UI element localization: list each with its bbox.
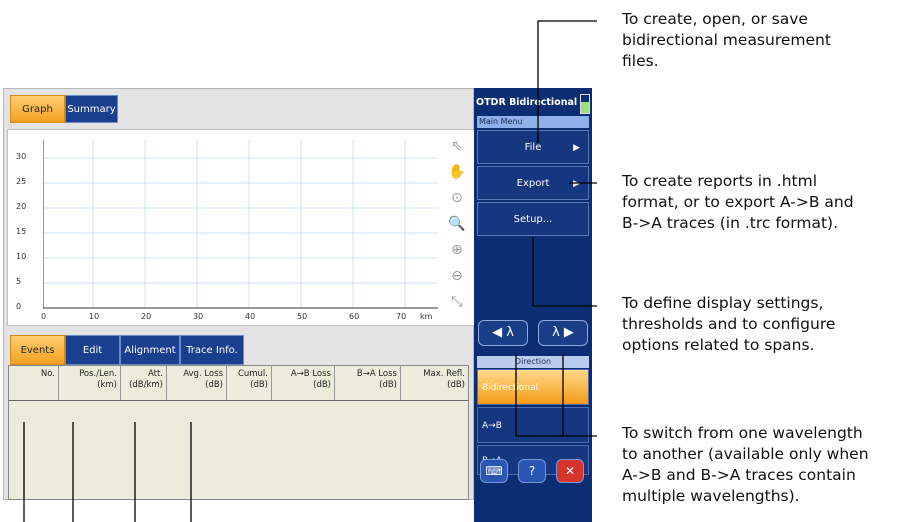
callout-export: To create reports in .html format, or to…: [622, 172, 854, 232]
callout-file: To create, open, or save bidirectional m…: [622, 10, 831, 70]
callout-setup: To define display settings, thresholds a…: [622, 294, 836, 354]
callout-wavelength: To switch from one wavelength to another…: [622, 424, 869, 505]
